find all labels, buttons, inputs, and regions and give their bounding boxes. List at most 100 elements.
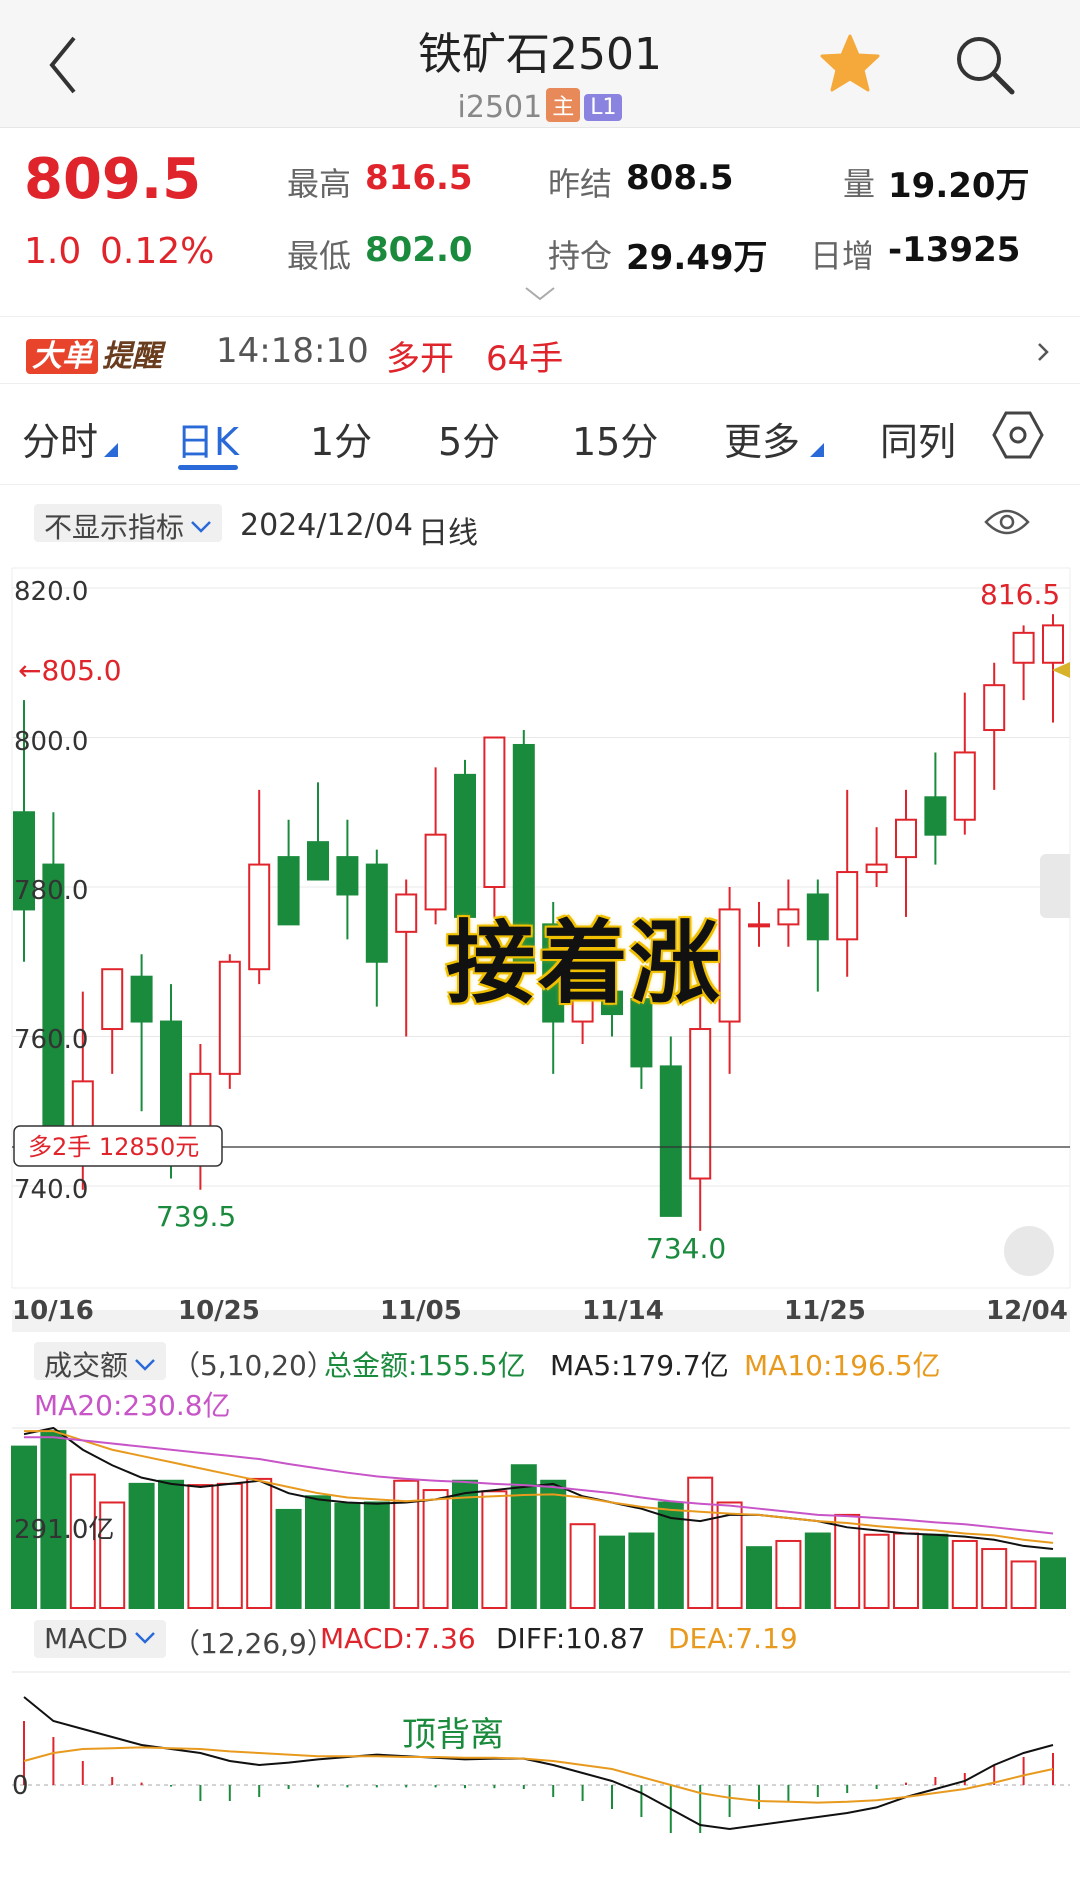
favorite-star-icon[interactable] bbox=[818, 32, 882, 96]
last-price: 809.5 bbox=[24, 147, 202, 212]
volume-bar bbox=[687, 1476, 714, 1610]
dea-line bbox=[23, 1746, 1054, 1804]
candle-body bbox=[865, 863, 888, 874]
open-interest-label: 持仓 bbox=[548, 237, 613, 275]
candle-body bbox=[718, 908, 741, 1023]
candle-body bbox=[1012, 631, 1035, 664]
macd-zero-label: 0 bbox=[12, 1771, 29, 1801]
volume-value: 19.20万 bbox=[888, 166, 1030, 206]
low-label: 最低 bbox=[287, 237, 352, 275]
candle-body bbox=[924, 796, 947, 836]
alert-time: 14:18:10 bbox=[216, 331, 369, 371]
volume-bar bbox=[893, 1532, 919, 1609]
candle-body bbox=[395, 893, 418, 933]
candle-body bbox=[689, 1028, 712, 1180]
volume-bar bbox=[422, 1489, 449, 1609]
macd-indicator-selector[interactable]: MACD bbox=[34, 1620, 166, 1658]
indicator-selector[interactable]: 不显示指标 bbox=[34, 504, 223, 544]
date-label: 12/04 bbox=[986, 1296, 1068, 1326]
active-tab-underline bbox=[178, 465, 238, 470]
candle-body bbox=[777, 908, 800, 926]
tab-1min[interactable]: 1分 bbox=[310, 411, 372, 466]
y-tick-800: 800.0 bbox=[14, 727, 88, 757]
open-interest-value: 29.49万 bbox=[626, 238, 768, 278]
tab-daily-k[interactable]: 日K bbox=[176, 411, 239, 466]
candle-body bbox=[307, 841, 329, 881]
high-value: 816.5 bbox=[365, 158, 473, 198]
tab-intraday[interactable]: 分时 bbox=[22, 411, 98, 466]
macd-header: MACD （12,26,9） MACD:7.36 DIFF:10.87 DEA:… bbox=[0, 1620, 1080, 1666]
fullscreen-icon[interactable] bbox=[1004, 1226, 1054, 1276]
volume-header: 成交额 （5,10,20） 总金额:155.5亿 MA5:179.7亿 MA10… bbox=[0, 1342, 1080, 1422]
alert-action: 多开 bbox=[386, 339, 454, 379]
volume-bar bbox=[275, 1508, 302, 1609]
side-drawer-tab[interactable] bbox=[1040, 854, 1070, 918]
volume-bar bbox=[746, 1546, 772, 1610]
dea-value: DEA:7.19 bbox=[668, 1622, 798, 1655]
high-label: 最高 bbox=[287, 165, 352, 203]
page-title: 铁矿石2501 bbox=[418, 29, 662, 80]
volume-chart[interactable]: 291.0亿 bbox=[0, 1420, 1080, 1620]
prev-settle-label: 昨结 bbox=[548, 165, 613, 203]
candle-body bbox=[748, 923, 770, 928]
date-axis: 10/16 10/25 11/05 11/14 11/25 12/04 bbox=[0, 1290, 1080, 1334]
price-change-pct: 0.12% bbox=[100, 231, 215, 272]
position-tag: 多2手 12850元 bbox=[28, 1133, 199, 1161]
low-marker-1: 739.5 bbox=[156, 1200, 236, 1233]
volume-total: 总金额:155.5亿 bbox=[324, 1349, 526, 1382]
volume-bar bbox=[1040, 1557, 1066, 1610]
indicator-selector-label: 不显示指标 bbox=[44, 511, 185, 544]
volume-bar bbox=[158, 1479, 184, 1609]
candle-body bbox=[365, 863, 388, 963]
chevron-right-icon[interactable] bbox=[1036, 341, 1050, 363]
volume-bar bbox=[599, 1535, 625, 1609]
volume-bar bbox=[951, 1539, 978, 1609]
date-axis-ticks bbox=[12, 1310, 1070, 1332]
volume-bar bbox=[246, 1477, 273, 1610]
y-tick-740: 740.0 bbox=[14, 1175, 88, 1205]
alert-tag-tip: 提醒 bbox=[102, 339, 162, 374]
diff-value: DIFF:10.87 bbox=[496, 1622, 646, 1655]
overlay-caption: 接着涨 bbox=[446, 911, 722, 1016]
contract-code-row: i2501 主 L1 bbox=[0, 88, 1080, 125]
dropdown-triangle-icon bbox=[810, 443, 824, 457]
date-label: 11/05 bbox=[380, 1296, 462, 1326]
volume-bar bbox=[540, 1479, 567, 1609]
volume-bar bbox=[922, 1533, 949, 1609]
volume-bar bbox=[628, 1532, 655, 1609]
current-price-arrow bbox=[1052, 662, 1070, 678]
tab-15min[interactable]: 15分 bbox=[572, 411, 658, 466]
big-order-alert[interactable]: 大单 提醒 14:18:10 多开 64手 bbox=[0, 316, 1080, 384]
volume-bar bbox=[363, 1501, 390, 1609]
volume-ma10: MA10:196.5亿 bbox=[744, 1349, 941, 1382]
macd-value: MACD:7.36 bbox=[320, 1622, 476, 1655]
alert-volume: 64手 bbox=[486, 339, 564, 379]
quote-panel: 809.5 1.0 0.12% 最高 816.5 最低 802.0 昨结 808… bbox=[0, 129, 1080, 315]
y-tick-780: 780.0 bbox=[14, 876, 88, 906]
search-icon[interactable] bbox=[952, 32, 1018, 98]
tab-more[interactable]: 更多 bbox=[724, 411, 800, 466]
date-label: 11/14 bbox=[582, 1296, 664, 1326]
daily-increase-label: 日增 bbox=[810, 237, 875, 275]
settings-hexagon-icon[interactable] bbox=[992, 409, 1044, 461]
candle-body bbox=[42, 863, 65, 1150]
volume-selector-label: 成交额 bbox=[44, 1349, 129, 1382]
main-contract-badge: 主 bbox=[546, 88, 581, 122]
tab-same-list[interactable]: 同列 bbox=[880, 411, 956, 466]
chevron-down-icon bbox=[191, 521, 211, 533]
top-bar: 铁矿石2501 i2501 主 L1 bbox=[0, 0, 1080, 128]
volume-bar bbox=[981, 1548, 1008, 1610]
level1-badge: L1 bbox=[584, 94, 623, 121]
daily-increase-value: -13925 bbox=[888, 230, 1021, 270]
low-value: 802.0 bbox=[365, 230, 473, 270]
candle-body bbox=[336, 856, 359, 896]
candle-body bbox=[101, 968, 124, 1031]
macd-chart[interactable]: 0 顶背离 bbox=[0, 1664, 1080, 1899]
volume-bar bbox=[216, 1482, 243, 1609]
volume-indicator-selector[interactable]: 成交额 bbox=[34, 1342, 167, 1382]
chart-period: 日线 bbox=[418, 516, 478, 551]
tab-5min[interactable]: 5分 bbox=[438, 411, 500, 466]
alert-tag-big: 大单 bbox=[26, 339, 98, 374]
chevron-down-icon[interactable] bbox=[524, 285, 556, 303]
eye-icon[interactable] bbox=[984, 506, 1030, 538]
